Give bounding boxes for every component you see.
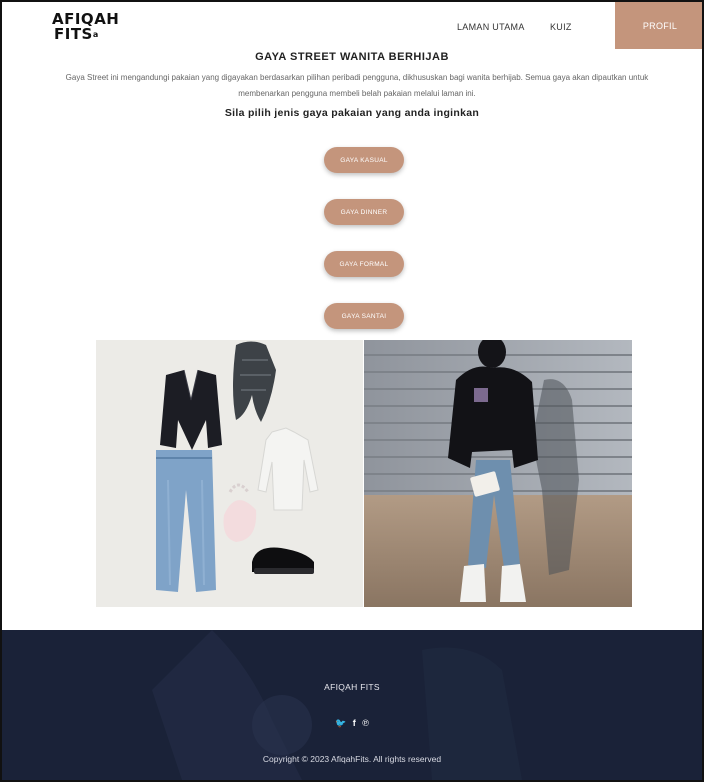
brand-line-2: FITS (54, 25, 93, 43)
footer-brand: AFIQAH FITS (324, 682, 380, 692)
style-prompt: Sila pilih jenis gaya pakaian yang anda … (224, 107, 480, 119)
style-santai-button[interactable]: GAYA SANTAI (324, 303, 404, 329)
nav-profile-button[interactable]: PROFIL (615, 2, 702, 49)
page-title: GAYA STREET WANITA BERHIJAB (255, 51, 449, 63)
facebook-icon[interactable]: f (353, 718, 356, 728)
street-style-photo (364, 340, 632, 607)
site-footer: AFIQAH FITS 🐦 f ℗ Copyright © 2023 Afiqa… (2, 630, 702, 780)
style-casual-button[interactable]: GAYA KASUAL (324, 147, 404, 173)
twitter-icon[interactable]: 🐦 (335, 718, 346, 729)
brand-mark: a (92, 30, 99, 39)
outfit-flatlay-image (96, 340, 363, 607)
intro-text: Gaya Street ini mengandungi pakaian yang… (65, 73, 649, 98)
pinterest-icon[interactable]: ℗ (362, 718, 369, 728)
nav-home-link[interactable]: LAMAN UTAMA (457, 22, 525, 32)
social-links: 🐦 f ℗ (2, 718, 702, 729)
style-formal-button[interactable]: GAYA FORMAL (324, 251, 404, 277)
brand-logo[interactable]: AFIQAH FITSa (52, 12, 122, 46)
style-dinner-button[interactable]: GAYA DINNER (324, 199, 404, 225)
copyright-text: Copyright © 2023 AfiqahFits. All rights … (262, 754, 442, 764)
page-frame: AFIQAH FITSa LAMAN UTAMA KUIZ PROFIL GAY… (0, 0, 704, 782)
nav-quiz-link[interactable]: KUIZ (550, 22, 572, 32)
